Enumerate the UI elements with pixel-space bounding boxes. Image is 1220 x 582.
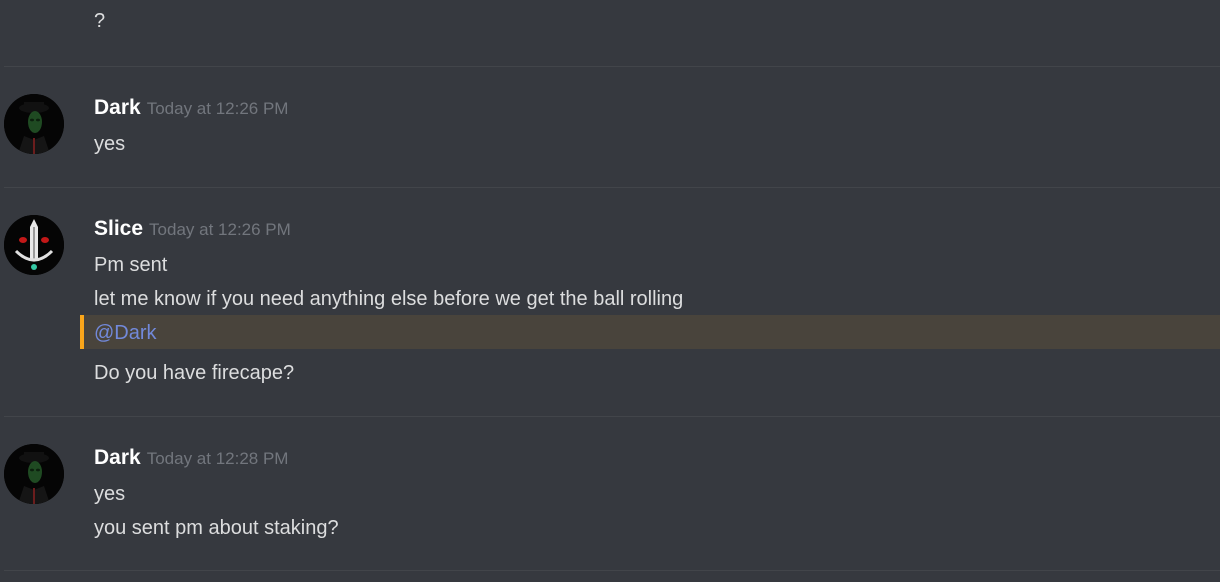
message-divider [4,187,1220,188]
message-text: Do you have firecape? [94,362,295,384]
masked-figure-icon [4,94,64,154]
message-divider [4,66,1220,67]
username[interactable]: Dark [94,96,141,119]
message-text: let me know if you need anything else be… [94,288,684,310]
message-header: Slice Today at 12:26 PM [94,217,291,241]
message-header: Dark Today at 12:28 PM [94,446,288,470]
message-timestamp: Today at 12:26 PM [146,99,289,118]
sword-face-icon [4,215,64,275]
message-text: yes [94,483,126,505]
message-text: ? [94,10,106,32]
sword-face-avatar[interactable] [4,215,64,275]
message-text: you sent pm about staking? [94,517,339,539]
message-timestamp: Today at 12:28 PM [146,449,289,468]
message-text: yes [94,133,126,155]
message-divider [4,416,1220,417]
user-mention[interactable]: @Dark [94,322,157,344]
masked-figure-avatar[interactable] [4,94,64,154]
message-header: Dark Today at 12:26 PM [94,96,288,120]
message-text: Pm sent [94,254,168,276]
mention-line: @Dark [94,320,157,346]
message-divider [4,570,1220,571]
masked-figure-icon [4,444,64,504]
message-timestamp: Today at 12:26 PM [149,220,291,239]
username[interactable]: Slice [94,217,143,240]
username[interactable]: Dark [94,446,141,469]
chat-message-list: ? Dark Today at 12:26 PM yes Slice Today… [0,0,1220,582]
masked-figure-avatar[interactable] [4,444,64,504]
mention-highlight [80,315,1220,349]
